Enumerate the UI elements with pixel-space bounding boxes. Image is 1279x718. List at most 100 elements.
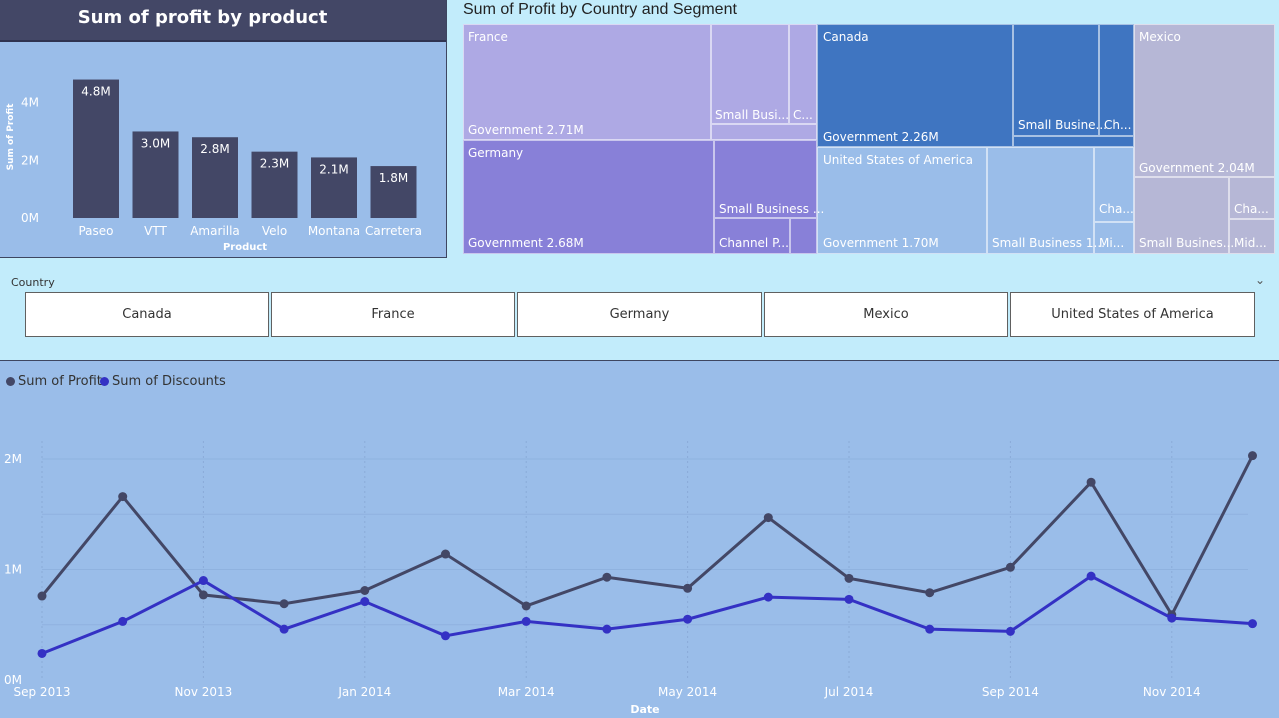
profit-point (602, 572, 612, 582)
treemap-country-canada: Canada (823, 30, 869, 44)
treemap-label-germany-small-business: Small Business ... (719, 202, 825, 216)
y-tick-label: 2M (21, 153, 39, 167)
treemap-label-canada-government: Government 2.26M (823, 130, 939, 144)
data-label: 3.0M (141, 136, 170, 150)
treemap-label-germany-channel: Channel P... (719, 236, 789, 250)
data-label: 2.1M (319, 162, 348, 176)
discounts-point (1167, 613, 1177, 623)
discounts-point (521, 616, 531, 626)
y-tick-label: 2M (4, 452, 22, 466)
discounts-point (844, 594, 854, 604)
treemap-label-usa-government: Government 1.70M (823, 236, 939, 250)
x-tick-label: Paseo (78, 224, 113, 238)
profit-point (1086, 477, 1096, 487)
treemap-title: Sum of Profit by Country and Segment (463, 1, 737, 18)
profit-discounts-over-time-visual[interactable]: Sum of Profit Sum of Discounts 0M 1M 2M Sep… (0, 360, 1279, 718)
treemap-label-france-government: Government 2.71M (468, 123, 584, 137)
profit-point (118, 492, 128, 502)
x-tick-label: Mar 2014 (498, 685, 555, 699)
profit-point (360, 585, 370, 595)
treemap-label-canada-small-business: Small Busine... (1018, 118, 1107, 132)
country-slicer[interactable]: Country ⌄ Canada France Germany Mexico U… (0, 271, 1279, 345)
discounts-point (360, 597, 370, 607)
treemap-label-germany-government: Government 2.68M (468, 236, 584, 250)
discounts-line (41, 574, 1253, 655)
y-tick-label: 0M (21, 211, 39, 225)
treemap-label-usa-channel: Cha... (1099, 202, 1134, 216)
x-tick-label: Jan 2014 (337, 685, 391, 699)
discounts-point (1086, 571, 1096, 581)
x-tick-label: Nov 2014 (1143, 685, 1201, 699)
x-tick-label: May 2014 (658, 685, 717, 699)
slicer-option-germany[interactable]: Germany (517, 292, 762, 337)
discounts-point (1005, 626, 1015, 636)
discounts-point (279, 624, 289, 634)
treemap-country-germany: Germany (468, 146, 524, 160)
treemap-country-france: France (468, 30, 508, 44)
profit-point (763, 513, 773, 523)
treemap-label-mexico-small-business: Small Busines... (1139, 236, 1235, 250)
discounts-point (683, 614, 693, 624)
treemap-tile-germany-other[interactable] (790, 218, 817, 254)
data-label: 1.8M (379, 171, 408, 185)
x-tick-label: Montana (308, 224, 360, 238)
bar-chart-title-band: Sum of profit by product (0, 0, 446, 42)
discounts-point (1248, 619, 1257, 629)
profit-point (521, 601, 531, 611)
slicer-option-canada[interactable]: Canada (25, 292, 269, 337)
x-tick-label: Jul 2014 (824, 685, 874, 699)
treemap-label-mexico-midmarket: Mid... (1234, 236, 1267, 250)
treemap-tile-france-other[interactable] (711, 124, 817, 140)
chevron-down-icon[interactable]: ⌄ (1255, 273, 1265, 287)
profit-by-product-visual[interactable]: Sum of profit by product 0M 2M 4M Sum of Pr… (0, 0, 447, 258)
data-label: 2.8M (200, 142, 229, 156)
y-axis-title: Sum of Profit (6, 103, 16, 171)
line-chart-plot: 0M1M2MSep 2013 Nov 2013 Jan 2014 Mar 2014 Ma… (4, 441, 1257, 716)
profit-by-country-segment-visual[interactable]: Sum of Profit by Country and Segment Fra… (458, 0, 1279, 258)
x-tick-label: Sep 2014 (982, 685, 1039, 699)
discounts-point (441, 631, 450, 641)
profit-point (37, 591, 47, 601)
profit-point (844, 573, 854, 583)
profit-point (198, 590, 208, 600)
treemap-country-mexico: Mexico (1139, 30, 1181, 44)
slicer-option-france[interactable]: France (271, 292, 515, 337)
profit-point (1005, 562, 1015, 572)
bar-chart-plot: 0M 2M 4M Sum of Profit 4.8M Paseo 3.0M VTT 2.8M A… (6, 79, 422, 253)
x-tick-label: Velo (262, 224, 287, 238)
profit-point (441, 549, 450, 559)
y-tick-label: 1M (4, 563, 22, 577)
treemap-country-usa: United States of America (823, 153, 973, 167)
treemap-label-mexico-channel: Cha... (1234, 202, 1269, 216)
treemap-label-mexico-government: Government 2.04M (1139, 161, 1255, 175)
x-axis-title: Date (630, 703, 659, 716)
x-tick-label: Amarilla (190, 224, 240, 238)
x-axis-title: Product (223, 242, 267, 253)
x-tick-label: Nov 2013 (175, 685, 233, 699)
treemap-label-france-channel: C... (793, 108, 813, 122)
treemap-tile-mexico-government[interactable] (1134, 24, 1275, 177)
profit-point (279, 599, 289, 609)
discounts-point (37, 648, 47, 658)
x-tick-label: Carretera (365, 224, 422, 238)
treemap-label-usa-midmarket: Mi... (1099, 236, 1125, 250)
profit-point (925, 588, 935, 598)
discounts-point (198, 576, 208, 586)
discounts-point (118, 616, 128, 626)
slicer-option-usa[interactable]: United States of America (1010, 292, 1255, 337)
treemap-label-usa-small-business: Small Business 1... (992, 236, 1105, 250)
y-tick-label: 4M (21, 96, 39, 110)
slicer-option-mexico[interactable]: Mexico (764, 292, 1008, 337)
x-tick-label: Sep 2013 (14, 685, 71, 699)
bar (73, 79, 119, 219)
profit-point (1248, 451, 1257, 461)
discounts-point (602, 624, 612, 634)
slicer-header: Country (11, 276, 55, 289)
x-tick-label: VTT (144, 224, 167, 238)
data-label: 2.3M (260, 157, 289, 171)
profit-point (683, 583, 693, 593)
treemap-label-canada-channel: Ch... (1104, 118, 1132, 132)
treemap-tile-canada-other[interactable] (1013, 136, 1134, 147)
discounts-point (763, 592, 773, 602)
discounts-point (925, 624, 935, 634)
